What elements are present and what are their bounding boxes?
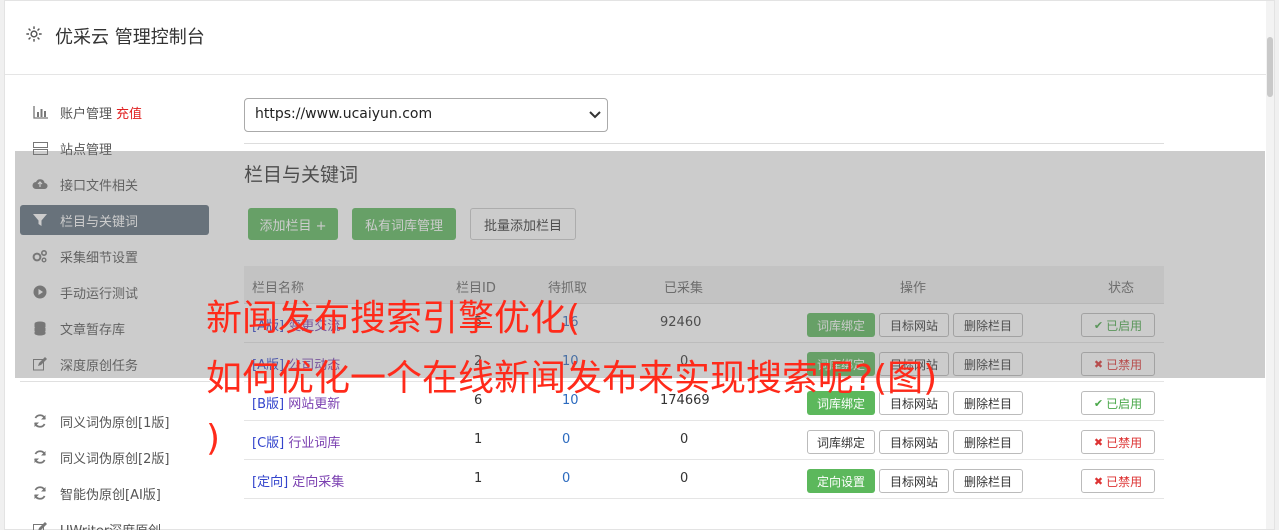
recharge-link[interactable]: 充值 — [116, 103, 142, 122]
column-name-cell[interactable]: [C版] 行业词库 — [252, 432, 340, 451]
header: 优采云 管理控制台 — [5, 1, 1274, 75]
chevron-down-icon — [589, 111, 601, 119]
status-toggle[interactable]: ✖ 已禁用 — [1081, 430, 1155, 454]
target-site-button[interactable]: 目标网站 — [879, 469, 949, 493]
close-icon: ✖ — [1093, 435, 1104, 449]
sidebar-item-synonym-v2[interactable]: 同义词伪原创[2版] — [20, 442, 209, 472]
status-label: 已禁用 — [1106, 435, 1143, 450]
status-toggle[interactable]: ✖ 已禁用 — [1081, 469, 1155, 493]
column-version-tag: [定向] — [252, 475, 289, 490]
table-row: [定向] 定向采集 1 0 0 定向设置 目标网站 删除栏目 ✖ 已禁用 — [244, 460, 1164, 499]
close-icon: ✖ — [1093, 474, 1104, 488]
collected-count: 0 — [680, 471, 689, 486]
sidebar-item-label: 同义词伪原创[2版] — [60, 451, 170, 467]
sidebar-item-label: UWriter深度原创 — [60, 520, 161, 530]
watermark-overlay — [15, 151, 1265, 378]
check-icon: ✔ — [1093, 396, 1104, 410]
gear-icon — [26, 26, 42, 42]
sidebar-item-ai-rewrite[interactable]: 智能伪原创[AI版] — [20, 478, 209, 508]
column-version-tag: [B版] — [252, 397, 285, 412]
page-title: 优采云 管理控制台 — [55, 27, 205, 48]
watermark-text: ) — [206, 418, 221, 459]
pending-count[interactable]: 0 — [562, 432, 570, 447]
column-name: 定向采集 — [292, 475, 345, 490]
sidebar-item-label: 账户管理 — [60, 106, 113, 122]
column-name: 网站更新 — [288, 397, 341, 412]
pending-count[interactable]: 0 — [562, 471, 570, 486]
delete-column-button[interactable]: 删除栏目 — [953, 469, 1023, 493]
watermark-text: 新闻发布搜索引擎优化( — [206, 298, 581, 339]
site-select-value: https://www.ucaiyun.com — [255, 106, 433, 122]
status-label: 已启用 — [1106, 396, 1143, 411]
sidebar-item-synonym-v1[interactable]: 同义词伪原创[1版] — [20, 406, 209, 436]
column-version-tag: [C版] — [252, 436, 285, 451]
sidebar-item-account[interactable]: 账户管理 充值 — [20, 97, 209, 127]
column-id: 1 — [474, 432, 483, 447]
refresh-icon — [32, 413, 48, 429]
refresh-icon — [32, 449, 48, 465]
site-select[interactable]: https://www.ucaiyun.com — [244, 98, 608, 132]
target-site-button[interactable]: 目标网站 — [879, 430, 949, 454]
status-label: 已禁用 — [1106, 474, 1143, 489]
scrollbar[interactable] — [1266, 1, 1274, 529]
column-id: 1 — [474, 471, 483, 486]
delete-column-button[interactable]: 删除栏目 — [953, 391, 1023, 415]
edit-icon — [32, 521, 48, 530]
column-name: 行业词库 — [288, 436, 341, 451]
sidebar-item-label: 智能伪原创[AI版] — [60, 487, 161, 503]
watermark-text: 如何优化一个在线新闻发布来实现搜索呢?(图) — [206, 358, 938, 399]
lexicon-bind-button[interactable]: 定向设置 — [807, 469, 875, 493]
delete-column-button[interactable]: 删除栏目 — [953, 430, 1023, 454]
table-row: [C版] 行业词库 1 0 0 词库绑定 目标网站 删除栏目 ✖ 已禁用 — [244, 421, 1164, 460]
scrollbar-thumb[interactable] — [1267, 37, 1273, 97]
lexicon-bind-button[interactable]: 词库绑定 — [807, 430, 875, 454]
collected-count: 0 — [680, 432, 689, 447]
sidebar-divider — [20, 381, 210, 382]
status-toggle[interactable]: ✔ 已启用 — [1081, 391, 1155, 415]
bar-chart-icon — [32, 104, 48, 120]
sidebar-item-uwriter[interactable]: UWriter深度原创 — [20, 514, 209, 530]
column-name-cell[interactable]: [定向] 定向采集 — [252, 471, 344, 490]
divider — [244, 143, 1164, 144]
refresh-icon — [32, 485, 48, 501]
sidebar-item-label: 同义词伪原创[1版] — [60, 415, 170, 431]
